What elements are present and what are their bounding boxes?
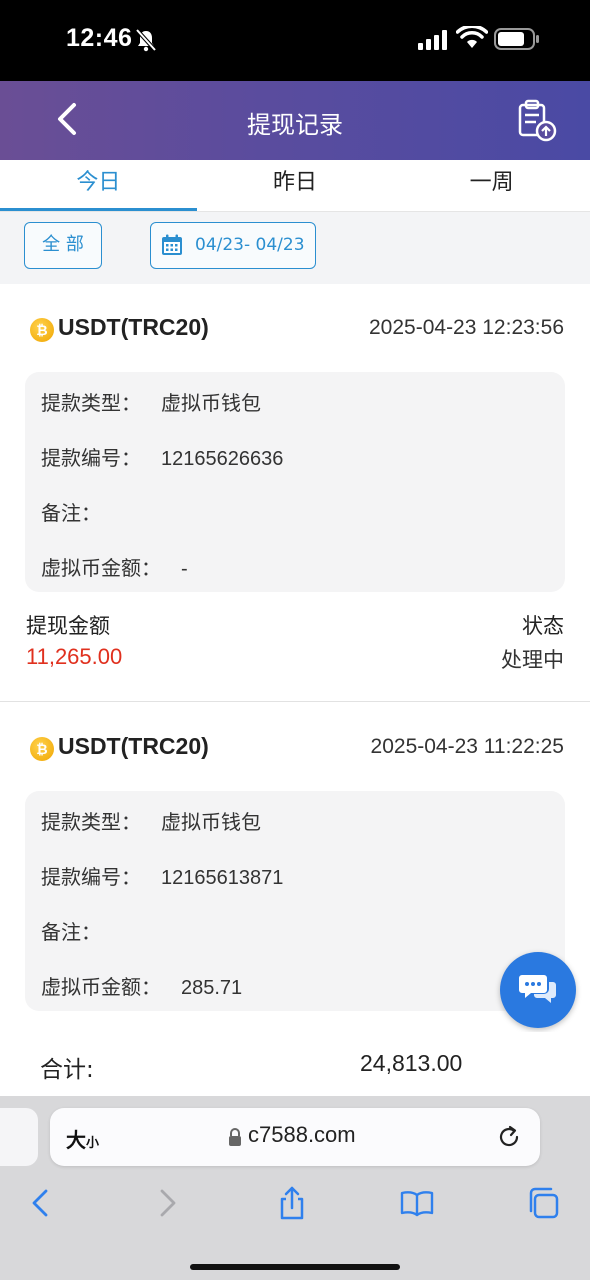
date-range-button[interactable]: 04/23- 04/23: [150, 222, 316, 269]
date-tabs: 今日 昨日 一周: [0, 160, 590, 212]
remark-label: 备注：: [41, 501, 101, 525]
withdraw-number-row: 提款编号： 12165626636: [41, 442, 283, 471]
remark-row: 备注：: [41, 497, 121, 526]
clipboard-upload-icon[interactable]: [516, 99, 560, 143]
browser-toolbar: 大小 c7588.com: [0, 1096, 590, 1280]
remark-label: 备注：: [41, 920, 101, 944]
date-range-text: 04/23- 04/23: [195, 235, 305, 255]
withdraw-type-row: 提款类型： 虚拟币钱包: [41, 806, 261, 835]
total-label: 合计:: [40, 1057, 94, 1083]
total-bar: 合计: 24,813.00: [0, 1032, 590, 1096]
withdraw-number-value: 12165613871: [161, 867, 284, 889]
tab-week[interactable]: 一周: [393, 160, 590, 211]
calendar-icon: [162, 234, 182, 255]
record-time: 2025-04-23 11:22:25: [370, 735, 564, 758]
crypto-amount-label: 虚拟币金额：: [41, 975, 161, 999]
reload-icon[interactable]: [496, 1124, 522, 1150]
text-size-button[interactable]: 大小: [66, 1124, 99, 1153]
status-bar: 12:46: [0, 0, 590, 81]
withdraw-number-label: 提款编号：: [41, 865, 141, 889]
filter-bar: 全 部 04/23- 04/23: [0, 212, 590, 284]
bell-muted-icon: [135, 28, 157, 52]
tabs-icon[interactable]: [526, 1186, 560, 1220]
withdraw-type-row: 提款类型： 虚拟币钱包: [41, 387, 261, 416]
record-time: 2025-04-23 12:23:56: [369, 316, 564, 339]
withdraw-number-row: 提款编号： 12165613871: [41, 861, 283, 890]
status-value: 处理中: [501, 648, 564, 672]
total-value: 24,813.00: [360, 1050, 463, 1076]
filter-all-button[interactable]: 全 部: [24, 222, 102, 269]
bitcoin-icon: ₿: [30, 318, 54, 342]
status-label: 状态: [522, 614, 564, 638]
status-time: 12:46: [66, 24, 133, 52]
wifi-icon: [456, 26, 488, 48]
coin-name: USDT(TRC20): [58, 314, 209, 340]
coin-name: USDT(TRC20): [58, 733, 209, 759]
url-text: c7588.com: [248, 1122, 356, 1147]
withdraw-amount-value: 11,265.00: [26, 644, 123, 669]
crypto-amount-row: 虚拟币金额： 285.71: [41, 971, 242, 1000]
withdraw-amount-label: 提现金额: [26, 614, 110, 638]
previous-tab-preview[interactable]: [0, 1108, 38, 1166]
withdraw-number-label: 提款编号：: [41, 446, 141, 470]
lock-icon: [229, 1128, 241, 1146]
crypto-amount-value: -: [181, 558, 188, 580]
page-title: 提现记录: [247, 111, 343, 139]
tab-today[interactable]: 今日: [0, 160, 197, 211]
crypto-amount-value: 285.71: [181, 977, 243, 999]
withdrawal-record: ₿ USDT(TRC20) 2025-04-23 12:23:56 提款类型： 虚…: [0, 284, 590, 702]
cellular-signal-icon: [418, 30, 447, 50]
withdraw-type-value: 虚拟币钱包: [161, 812, 261, 834]
customer-service-button[interactable]: [500, 952, 576, 1028]
battery-icon: [494, 28, 539, 50]
chat-bubble-icon: [519, 975, 556, 1003]
record-details: 提款类型： 虚拟币钱包 提款编号： 12165613871 备注： 虚拟币金额： 28…: [25, 791, 565, 1011]
browser-forward-icon[interactable]: [150, 1186, 184, 1220]
withdraw-type-label: 提款类型：: [41, 810, 141, 834]
remark-row: 备注：: [41, 916, 121, 945]
tab-yesterday[interactable]: 昨日: [197, 160, 394, 211]
browser-back-icon[interactable]: [24, 1186, 58, 1220]
withdraw-number-value: 12165626636: [161, 448, 284, 470]
withdraw-type-label: 提款类型：: [41, 391, 141, 415]
share-icon[interactable]: [275, 1186, 309, 1220]
address-bar[interactable]: 大小 c7588.com: [50, 1108, 540, 1166]
home-indicator: [190, 1264, 400, 1270]
record-details: 提款类型： 虚拟币钱包 提款编号： 12165626636 备注： 虚拟币金额： -: [25, 372, 565, 592]
app-header: 提现记录: [0, 81, 590, 160]
bitcoin-icon: ₿: [30, 737, 54, 761]
crypto-amount-row: 虚拟币金额： -: [41, 552, 188, 581]
withdraw-type-value: 虚拟币钱包: [161, 393, 261, 415]
crypto-amount-label: 虚拟币金额：: [41, 556, 161, 580]
bookmarks-icon[interactable]: [400, 1186, 434, 1220]
